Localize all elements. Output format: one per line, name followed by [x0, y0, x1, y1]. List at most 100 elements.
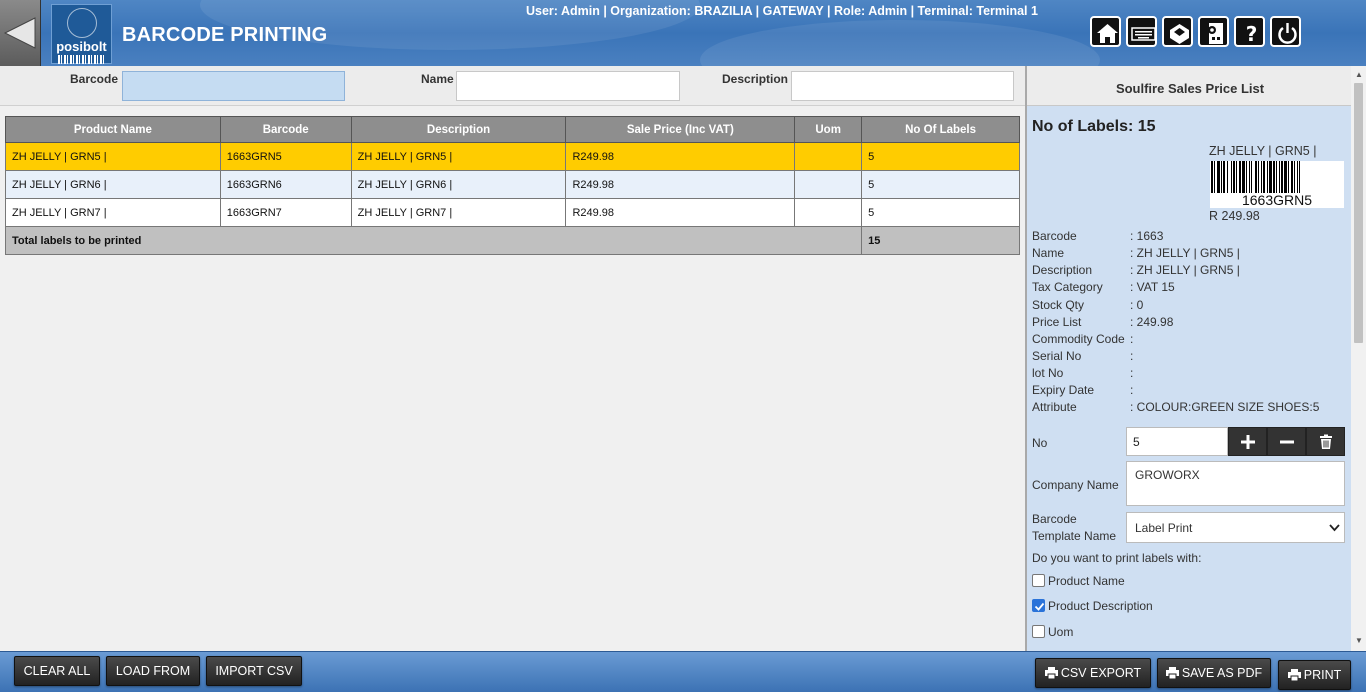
- column-header-no-of-labels[interactable]: No Of Labels: [861, 116, 1020, 143]
- cell-product-name: ZH JELLY | GRN5 |: [5, 142, 221, 171]
- company-name-textarea[interactable]: GROWORX: [1126, 461, 1345, 506]
- minus-icon: [1280, 440, 1294, 444]
- back-arrow-icon: [3, 17, 36, 49]
- back-button[interactable]: [0, 0, 41, 66]
- barcode-bars: [1211, 161, 1300, 193]
- catalog-icon: [1170, 24, 1189, 44]
- company-name-label: Company Name: [1032, 478, 1119, 492]
- info-row-serial-no: Serial No:: [1032, 349, 1134, 363]
- scrollbar-thumb[interactable]: [1354, 83, 1363, 343]
- checkmark-icon: [1034, 602, 1045, 611]
- column-header-product-name[interactable]: Product Name: [5, 116, 221, 143]
- column-header-description[interactable]: Description: [350, 116, 567, 143]
- import-csv-button[interactable]: IMPORT CSV: [206, 656, 302, 686]
- table-total-row: Total labels to be printed 15: [4, 226, 1020, 255]
- name-filter-label: Name: [421, 72, 454, 86]
- cell-no-of-labels[interactable]: 5: [861, 142, 1020, 171]
- cell-sale-price: R249.98: [565, 198, 796, 227]
- barcode-template-label: Barcode Template Name: [1032, 512, 1117, 543]
- barcode-label-preview: ZH JELLY | GRN5 | 1663GRN5 R 249.98: [1209, 144, 1347, 224]
- user-session-info: User: Admin | Organization: BRAZILIA | G…: [526, 4, 1038, 18]
- info-row-tax-category: Tax Category: VAT 15: [1032, 280, 1175, 294]
- delete-button[interactable]: [1306, 427, 1345, 456]
- keyboard-button[interactable]: [1126, 16, 1157, 47]
- print-button[interactable]: PRINT: [1278, 660, 1351, 690]
- preview-barcode-text: 1663GRN5: [1210, 193, 1344, 208]
- cell-description: ZH JELLY | GRN6 |: [350, 170, 567, 199]
- header-wave-decoration: [700, 20, 1100, 66]
- info-row-stock-qty: Stock Qty: 0: [1032, 298, 1144, 312]
- print-with-label: Do you want to print labels with:: [1032, 551, 1202, 565]
- increment-button[interactable]: [1228, 427, 1267, 456]
- cell-sale-price: R249.98: [565, 142, 796, 171]
- plus-icon: [1241, 435, 1255, 449]
- printer-icon: [1287, 669, 1301, 682]
- table-row[interactable]: ZH JELLY | GRN5 | 1663GRN5 ZH JELLY | GR…: [5, 142, 1020, 171]
- cell-no-of-labels[interactable]: 5: [861, 198, 1020, 227]
- save-as-pdf-button[interactable]: SAVE AS PDF: [1157, 658, 1271, 688]
- price-list-title: Soulfire Sales Price List: [1027, 66, 1351, 106]
- description-filter-input[interactable]: [791, 71, 1014, 101]
- csv-export-button[interactable]: CSV EXPORT: [1035, 658, 1151, 688]
- cell-description: ZH JELLY | GRN5 |: [350, 142, 567, 171]
- barcode-products-table: Product Name Barcode Description Sale Pr…: [4, 116, 1020, 255]
- cell-barcode: 1663GRN5: [219, 142, 352, 171]
- cell-barcode: 1663GRN7: [219, 198, 352, 227]
- footer-toolbar: CLEAR ALL LOAD FROM IMPORT CSV CSV EXPOR…: [0, 651, 1366, 692]
- cell-product-name: ZH JELLY | GRN6 |: [5, 170, 221, 199]
- table-header-row: Product Name Barcode Description Sale Pr…: [5, 116, 1020, 143]
- info-row-price-list: Price List: 249.98: [1032, 315, 1174, 329]
- total-labels-label: Total labels to be printed: [4, 226, 863, 255]
- preview-product-name: ZH JELLY | GRN5 |: [1209, 144, 1317, 158]
- help-icon: ?: [1246, 22, 1258, 46]
- app-header: posibolt BARCODE PRINTING User: Admin | …: [0, 0, 1366, 66]
- preview-price: R 249.98: [1209, 209, 1260, 223]
- column-header-uom[interactable]: Uom: [794, 116, 863, 143]
- info-row-name: Name: ZH JELLY | GRN5 |: [1032, 246, 1240, 260]
- cell-uom: [794, 170, 863, 199]
- column-header-sale-price[interactable]: Sale Price (Inc VAT): [565, 116, 796, 143]
- checkbox-product-name-box[interactable]: [1032, 574, 1045, 587]
- description-filter-label: Description: [722, 72, 789, 86]
- load-from-button[interactable]: LOAD FROM: [106, 656, 200, 686]
- right-panel-scrollbar[interactable]: ▲ ▼: [1351, 66, 1366, 651]
- keyboard-icon: [1131, 27, 1156, 41]
- barcode-filter-input[interactable]: [122, 71, 345, 101]
- settings-button[interactable]: [1198, 16, 1229, 47]
- page-title: BARCODE PRINTING: [122, 24, 328, 46]
- template-selected-value: Label Print: [1135, 521, 1193, 535]
- barcode-template-select[interactable]: Label Print: [1126, 512, 1345, 543]
- decrement-button[interactable]: [1267, 427, 1306, 456]
- column-header-barcode[interactable]: Barcode: [219, 116, 352, 143]
- info-row-attribute: Attribute: COLOUR:GREEN SIZE SHOES:5: [1032, 400, 1320, 414]
- checkbox-product-description-box[interactable]: [1032, 599, 1045, 612]
- power-button[interactable]: [1270, 16, 1301, 47]
- table-row[interactable]: ZH JELLY | GRN7 | 1663GRN7 ZH JELLY | GR…: [5, 198, 1020, 227]
- no-of-labels-input[interactable]: 5: [1126, 427, 1228, 456]
- home-button[interactable]: [1090, 16, 1121, 47]
- scroll-down-arrow-icon[interactable]: ▼: [1355, 636, 1363, 645]
- chevron-down-icon: [1329, 524, 1340, 532]
- help-button[interactable]: ?: [1234, 16, 1265, 47]
- printer-icon: [1165, 667, 1179, 680]
- scroll-up-arrow-icon[interactable]: ▲: [1355, 70, 1363, 79]
- catalog-button[interactable]: [1162, 16, 1193, 47]
- svg-text:?: ?: [1246, 22, 1258, 46]
- total-labels-value: 15: [861, 226, 1020, 255]
- cell-no-of-labels[interactable]: 5: [861, 170, 1020, 199]
- clear-all-button[interactable]: CLEAR ALL: [14, 656, 100, 686]
- info-row-barcode: Barcode: 1663: [1032, 229, 1164, 243]
- info-row-description: Description: ZH JELLY | GRN5 |: [1032, 263, 1240, 277]
- calculator-settings-icon: [1208, 23, 1223, 44]
- labels-count: No of Labels: 15: [1032, 118, 1156, 135]
- name-filter-input[interactable]: [456, 71, 680, 101]
- logo-text: posibolt: [56, 39, 107, 54]
- table-row[interactable]: ZH JELLY | GRN6 | 1663GRN6 ZH JELLY | GR…: [5, 170, 1020, 199]
- checkbox-uom-box[interactable]: [1032, 625, 1045, 638]
- label-details-panel: Soulfire Sales Price List No of Labels: …: [1025, 66, 1351, 651]
- power-icon: [1278, 23, 1297, 44]
- cell-uom: [794, 142, 863, 171]
- trash-icon: [1320, 434, 1332, 449]
- cell-barcode: 1663GRN6: [219, 170, 352, 199]
- cell-product-name: ZH JELLY | GRN7 |: [5, 198, 221, 227]
